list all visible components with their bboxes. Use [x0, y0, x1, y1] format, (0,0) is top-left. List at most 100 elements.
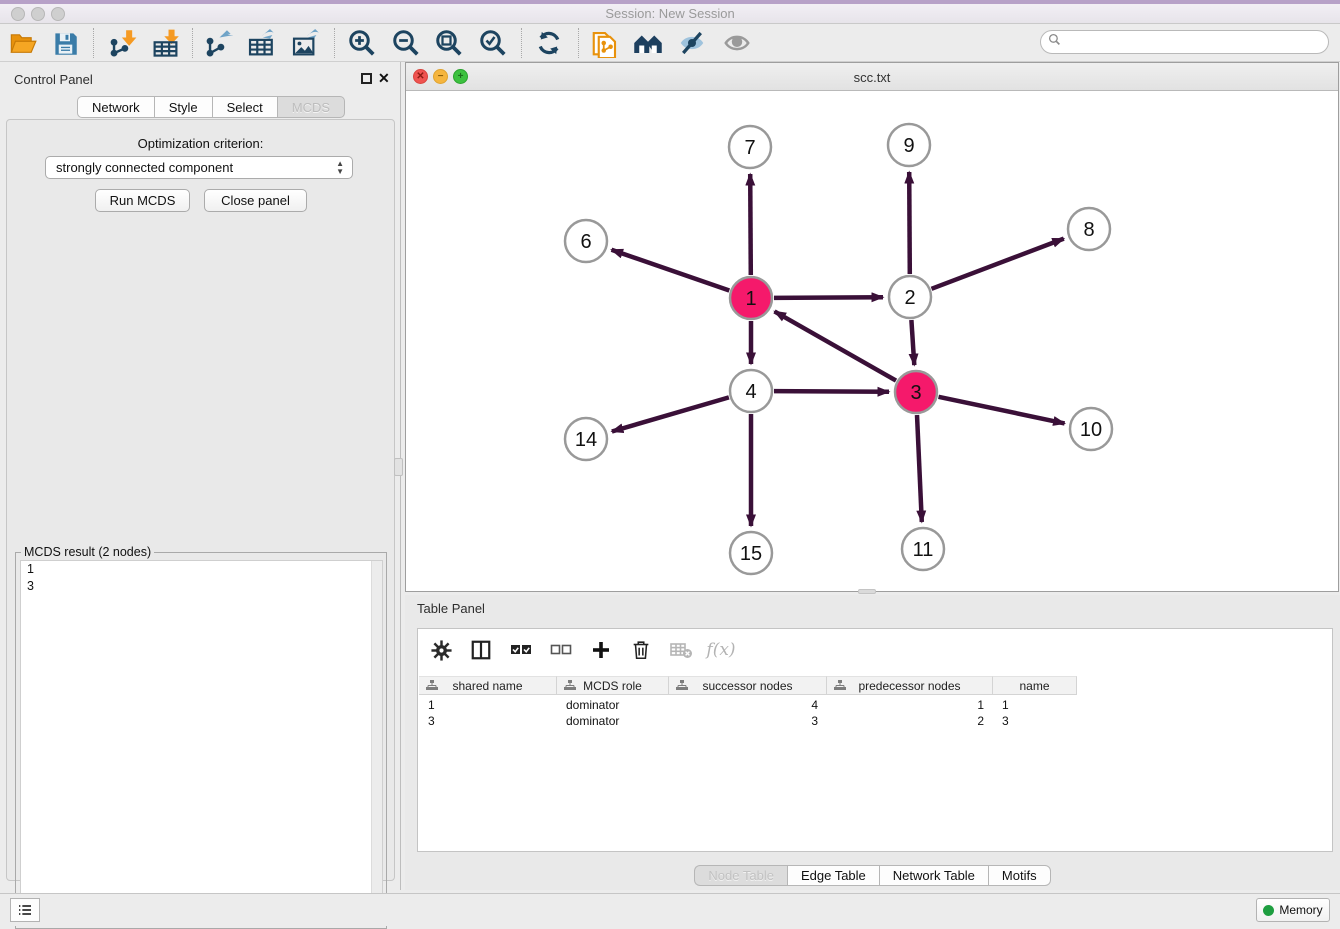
table-cell[interactable]: 3	[669, 713, 827, 729]
float-panel-icon[interactable]	[361, 73, 372, 84]
table-cell[interactable]: 1	[993, 697, 1077, 713]
table-cell[interactable]: 4	[669, 697, 827, 713]
network-window: ✕ − + scc.txt 7 9 6 8 1 2 4 3 14 10 15 11	[405, 62, 1339, 592]
open-session-icon[interactable]	[7, 27, 39, 59]
tab-style[interactable]: Style	[154, 96, 212, 118]
table-settings-icon[interactable]	[428, 637, 454, 663]
column-header-predecessor-nodes[interactable]: predecessor nodes	[827, 676, 993, 695]
graph-edge-4-14[interactable]	[612, 397, 729, 431]
graph-edge-2-9[interactable]	[909, 172, 910, 274]
network-canvas[interactable]: 7 9 6 8 1 2 4 3 14 10 15 11	[406, 91, 1338, 591]
graphics-details-icon[interactable]	[676, 27, 708, 59]
tab-node-table[interactable]: Node Table	[694, 865, 787, 886]
zoom-out-icon[interactable]	[390, 27, 422, 59]
first-neighbors-icon[interactable]	[632, 27, 664, 59]
graph-node-15[interactable]: 15	[730, 532, 772, 574]
mcds-result-list[interactable]: 1 3	[20, 560, 383, 924]
table-cell[interactable]: 3	[993, 713, 1077, 729]
select-all-rows-icon[interactable]	[508, 637, 534, 663]
search-box[interactable]	[1040, 30, 1329, 54]
chevron-up-down-icon: ▲▼	[336, 160, 344, 176]
table-cell[interactable]: dominator	[557, 697, 669, 713]
table-panel-title: Table Panel	[417, 601, 485, 616]
table-row[interactable]: 1dominator411	[418, 697, 1332, 713]
column-header-successor-nodes[interactable]: successor nodes	[669, 676, 827, 695]
svg-text:10: 10	[1080, 419, 1102, 441]
graph-node-4[interactable]: 4	[730, 370, 772, 412]
graph-node-7[interactable]: 7	[729, 126, 771, 168]
graph-node-9[interactable]: 9	[888, 124, 930, 166]
graph-node-8[interactable]: 8	[1068, 208, 1110, 250]
show-columns-icon[interactable]	[468, 637, 494, 663]
control-panel-title: Control Panel	[14, 72, 93, 87]
delete-columns-icon[interactable]	[628, 637, 654, 663]
zoom-selected-icon[interactable]	[477, 27, 509, 59]
toolbar-separator	[578, 28, 579, 58]
column-header-name[interactable]: name	[993, 676, 1077, 695]
graph-node-6[interactable]: 6	[565, 220, 607, 262]
tab-select[interactable]: Select	[212, 96, 277, 118]
svg-text:7: 7	[744, 137, 755, 159]
export-image-icon[interactable]	[289, 27, 321, 59]
export-network-icon[interactable]	[202, 27, 234, 59]
deselect-all-rows-icon[interactable]	[548, 637, 574, 663]
tab-motifs[interactable]: Motifs	[988, 865, 1051, 886]
search-input[interactable]	[1065, 33, 1328, 51]
zoom-fit-icon[interactable]	[433, 27, 465, 59]
graph-edge-2-8[interactable]	[932, 239, 1064, 289]
graph-node-2[interactable]: 2	[889, 276, 931, 318]
column-header-shared-name[interactable]: shared name	[419, 676, 557, 695]
close-panel-button[interactable]: Close panel	[204, 189, 307, 212]
network-window-titlebar[interactable]: ✕ − + scc.txt	[406, 63, 1338, 91]
graph-node-10[interactable]: 10	[1070, 408, 1112, 450]
table-cell[interactable]: 1	[827, 697, 993, 713]
graph-node-3[interactable]: 3	[895, 371, 937, 413]
save-session-icon[interactable]	[49, 27, 81, 59]
birdseye-view-icon[interactable]	[721, 27, 753, 59]
mcds-result-group: MCDS result (2 nodes) 1 3	[15, 552, 387, 929]
tab-network[interactable]: Network	[77, 96, 154, 118]
criterion-select[interactable]: strongly connected component ▲▼	[45, 156, 353, 179]
svg-text:4: 4	[745, 381, 756, 403]
toolbar-separator	[521, 28, 522, 58]
tab-edge-table[interactable]: Edge Table	[787, 865, 879, 886]
apply-layout-icon[interactable]	[533, 27, 565, 59]
graph-edge-1-2[interactable]	[774, 297, 883, 298]
table-row[interactable]: 3dominator323	[418, 713, 1332, 729]
result-scrollbar[interactable]	[371, 561, 382, 923]
horizontal-splitter-grip[interactable]	[858, 589, 876, 594]
graph-edge-3-10[interactable]	[939, 397, 1065, 424]
import-table-icon[interactable]	[149, 27, 181, 59]
graph-edge-1-6[interactable]	[612, 250, 730, 291]
criterion-value: strongly connected component	[56, 160, 233, 175]
graph-node-14[interactable]: 14	[565, 418, 607, 460]
vertical-splitter-grip[interactable]	[394, 458, 403, 476]
graph-edge-3-1[interactable]	[775, 311, 897, 380]
run-mcds-button[interactable]: Run MCDS	[95, 189, 190, 212]
graph-edge-2-3[interactable]	[911, 320, 914, 365]
table-cell[interactable]: 3	[419, 713, 557, 729]
result-item[interactable]: 3	[21, 578, 382, 595]
zoom-in-icon[interactable]	[346, 27, 378, 59]
tab-mcds[interactable]: MCDS	[277, 96, 345, 118]
add-column-icon[interactable]	[588, 637, 614, 663]
open-network-file-icon[interactable]	[589, 27, 621, 59]
table-cell[interactable]: 2	[827, 713, 993, 729]
svg-text:11: 11	[913, 539, 934, 561]
column-header-MCDS-role[interactable]: MCDS role	[557, 676, 669, 695]
graph-node-11[interactable]: 11	[902, 528, 944, 570]
graph-node-1[interactable]: 1	[730, 277, 772, 319]
task-manager-button[interactable]	[10, 898, 40, 922]
graph-edge-1-7[interactable]	[750, 174, 751, 275]
import-network-icon[interactable]	[106, 27, 138, 59]
close-panel-icon[interactable]: ✕	[378, 73, 390, 84]
session-title: Session: New Session	[0, 6, 1340, 21]
graph-edge-3-11[interactable]	[917, 415, 922, 522]
export-table-icon[interactable]	[245, 27, 277, 59]
tab-network-table[interactable]: Network Table	[879, 865, 988, 886]
result-item[interactable]: 1	[21, 561, 382, 578]
table-cell[interactable]: 1	[419, 697, 557, 713]
graph-edge-4-3[interactable]	[774, 391, 889, 392]
memory-button[interactable]: Memory	[1256, 898, 1330, 922]
table-cell[interactable]: dominator	[557, 713, 669, 729]
